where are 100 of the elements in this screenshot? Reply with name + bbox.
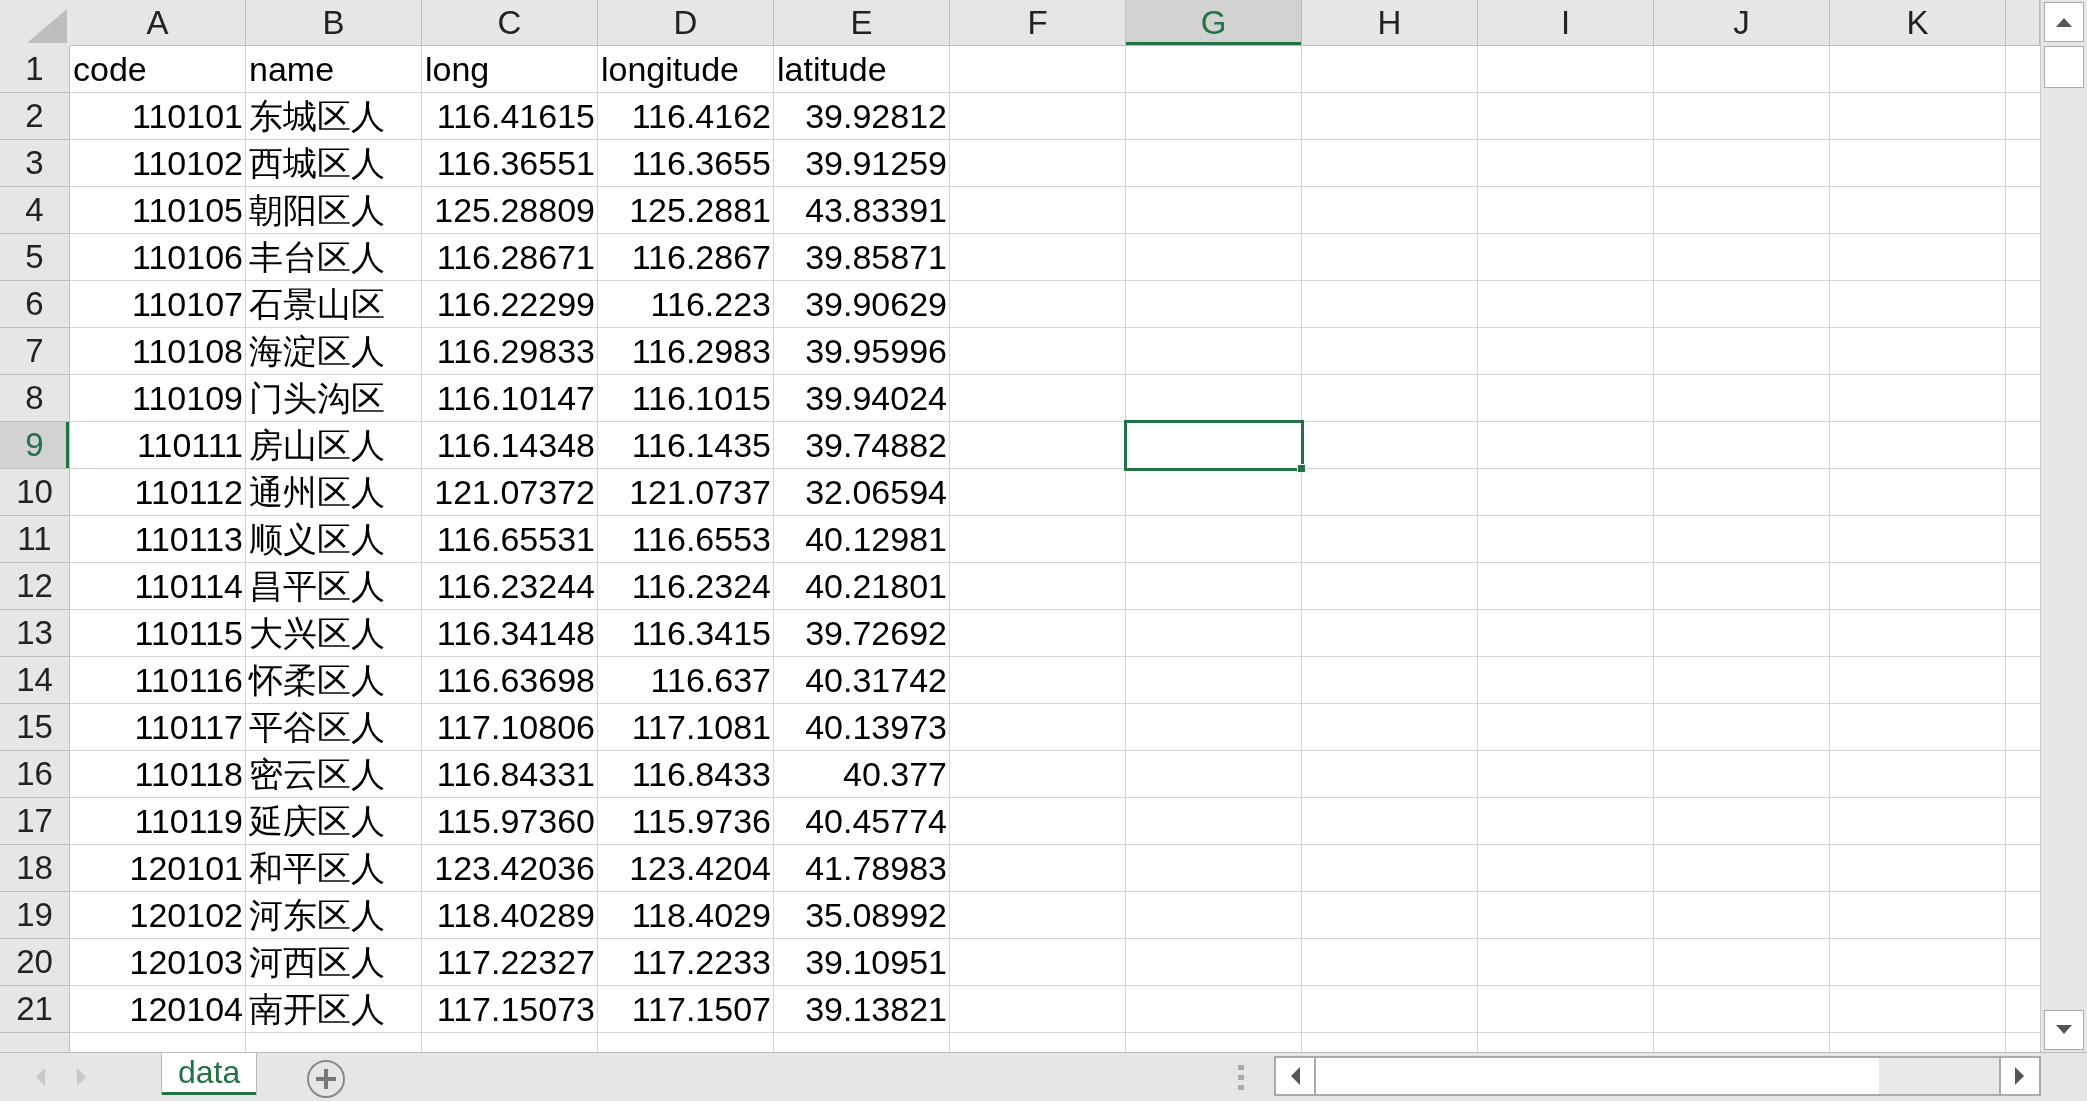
table-cell-text: 116.8433 <box>630 754 772 795</box>
table-cell-text: 南开区人 <box>248 988 386 1030</box>
add-sheet-button[interactable] <box>306 1059 347 1099</box>
table-cell-text: 110105 <box>131 190 244 231</box>
table-cell-text: 117.2233 <box>630 942 772 983</box>
column-header[interactable]: A <box>70 0 246 46</box>
table-cell-text: 110112 <box>133 472 244 513</box>
table-cell-text: 110106 <box>131 237 244 278</box>
column-header[interactable]: I <box>1478 0 1654 46</box>
row-header[interactable]: 4 <box>0 187 70 234</box>
scroll-down-button[interactable] <box>2044 1010 2084 1050</box>
table-cell-text: 117.22327 <box>435 942 596 983</box>
table-cell-text: 怀柔区人 <box>247 659 386 701</box>
splitter-handle-icon[interactable] <box>1238 1065 1246 1091</box>
select-all-button[interactable] <box>0 0 70 46</box>
table-cell-text: 39.85871 <box>804 237 948 278</box>
row-header[interactable]: 19 <box>0 892 70 939</box>
row-header[interactable]: 10 <box>0 469 70 516</box>
table-cell-text: 昌平区人 <box>248 565 386 607</box>
table-cell-text: 110113 <box>133 519 244 560</box>
table-cell-text: 110117 <box>133 707 244 748</box>
row-header[interactable]: 17 <box>0 798 70 845</box>
row-header[interactable]: 12 <box>0 563 70 610</box>
row-header[interactable]: 5 <box>0 234 70 281</box>
row-header[interactable]: 3 <box>0 140 70 187</box>
table-cell-text: 39.94024 <box>804 378 948 419</box>
column-header[interactable]: G <box>1126 0 1302 46</box>
table-cell-text: 39.13821 <box>804 989 948 1030</box>
scroll-up-button[interactable] <box>2044 2 2084 42</box>
table-cell-text: 116.29833 <box>435 331 596 372</box>
table-cell-text: 40.377 <box>842 754 948 795</box>
table-cell-text: 石景山区 <box>248 283 386 325</box>
column-header[interactable]: C <box>422 0 598 46</box>
table-cell-text: 116.6553 <box>630 519 772 560</box>
table-cell-text: 116.65531 <box>435 519 596 560</box>
row-header[interactable]: 15 <box>0 704 70 751</box>
table-cell-text: 门头沟区 <box>248 377 386 419</box>
horizontal-scrollbar[interactable] <box>1274 1056 2041 1096</box>
column-header[interactable]: E <box>774 0 950 46</box>
row-header[interactable]: 9 <box>0 422 70 469</box>
row-header[interactable]: 2 <box>0 93 70 140</box>
column-header[interactable]: K <box>1830 0 2006 46</box>
table-cell-text: 116.3415 <box>630 613 772 654</box>
next-sheet-icon[interactable] <box>76 1067 88 1087</box>
row-header[interactable]: 1 <box>0 46 70 93</box>
table-cell-text: 河西区人 <box>248 941 386 983</box>
table-cell-text: 116.4162 <box>630 96 772 137</box>
row-header[interactable]: 11 <box>0 516 70 563</box>
row-header[interactable]: 8 <box>0 375 70 422</box>
column-header[interactable]: F <box>950 0 1126 46</box>
scrollbar-thumb[interactable] <box>2044 46 2084 88</box>
table-cell-text: 丰台区人 <box>248 236 386 278</box>
table-cell-text: 110115 <box>133 613 244 654</box>
row-header[interactable]: 14 <box>0 657 70 704</box>
row-header[interactable]: 13 <box>0 610 70 657</box>
table-cell-text: 120104 <box>128 989 244 1030</box>
table-cell-text: 39.90629 <box>804 284 948 325</box>
table-cell-text: 116.2867 <box>630 237 772 278</box>
previous-sheet-icon[interactable] <box>34 1067 46 1087</box>
vertical-scrollbar[interactable] <box>2040 0 2087 1052</box>
row-header[interactable]: 7 <box>0 328 70 375</box>
table-cell-text: 116.1015 <box>630 378 772 419</box>
table-cell-text: 115.9736 <box>630 801 772 842</box>
table-cell-text: 117.1507 <box>630 989 772 1030</box>
table-cell-text: 120101 <box>128 848 244 889</box>
table-cell-text: 123.4204 <box>628 848 772 889</box>
table-cell-text: 116.10147 <box>435 378 596 419</box>
column-header[interactable]: D <box>598 0 774 46</box>
table-cell-text: 117.1081 <box>630 707 772 748</box>
table-cell-text: 39.74882 <box>804 425 948 466</box>
table-cell-text: 121.0737 <box>628 472 772 513</box>
table-cell-text: 110118 <box>133 754 244 795</box>
table-cell-text: 39.95996 <box>804 331 948 372</box>
table-cell-text: 120103 <box>128 942 244 983</box>
table-cell-text: 延庆区人 <box>248 800 386 842</box>
row-header[interactable]: 16 <box>0 751 70 798</box>
table-cell-text: 116.14348 <box>435 425 596 466</box>
column-header[interactable]: B <box>246 0 422 46</box>
sheet-tab[interactable]: data <box>162 1053 257 1095</box>
table-cell-text: 116.36551 <box>435 143 596 184</box>
table-cell-text: 40.31742 <box>804 660 948 701</box>
row-header[interactable]: 21 <box>0 986 70 1033</box>
table-cell-text: 116.3655 <box>630 143 772 184</box>
row-header[interactable]: 18 <box>0 845 70 892</box>
table-cell-text: long <box>424 49 491 90</box>
table-cell-text: 43.83391 <box>804 190 948 231</box>
table-cell-text: 平谷区人 <box>248 706 386 748</box>
table-cell-text: 东城区人 <box>248 95 386 137</box>
table-cell-text: 118.40289 <box>435 895 596 936</box>
left-arrow-icon <box>1289 1066 1301 1086</box>
table-cell-text: 117.10806 <box>435 707 596 748</box>
table-cell-text: 115.97360 <box>435 801 596 842</box>
column-header[interactable]: J <box>1654 0 1830 46</box>
table-cell-text: 和平区人 <box>248 847 386 889</box>
row-header[interactable]: 20 <box>0 939 70 986</box>
row-header[interactable]: 6 <box>0 281 70 328</box>
column-header[interactable]: H <box>1302 0 1478 46</box>
table-cell-text: 110108 <box>131 331 244 372</box>
table-cell-text: 110101 <box>131 96 244 137</box>
table-cell-text: 125.28809 <box>433 190 596 231</box>
